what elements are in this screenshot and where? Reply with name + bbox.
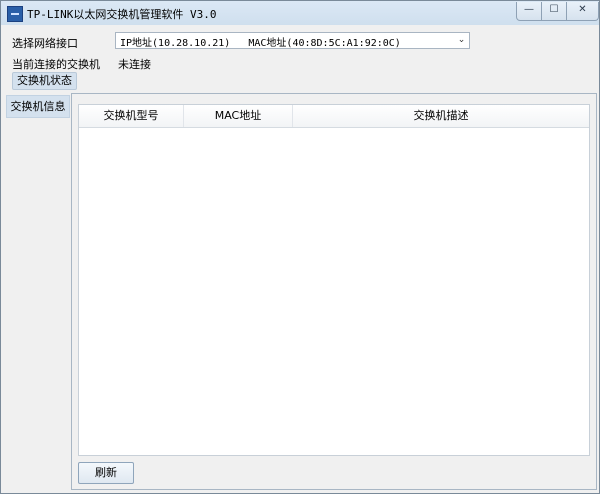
app-icon <box>7 6 23 22</box>
network-interface-select[interactable]: IP地址(10.28.10.21) MAC地址(40:8D:5C:A1:92:0… <box>115 32 470 49</box>
chevron-down-icon[interactable]: ⌄ <box>454 33 469 48</box>
column-header-mac[interactable]: MAC地址 <box>184 105 293 127</box>
window-title: TP-LINK以太网交换机管理软件 V3.0 <box>27 8 217 21</box>
current-switch-label: 当前连接的交换机 <box>12 58 100 71</box>
minimize-button[interactable]: — <box>516 2 542 21</box>
tab-switch-status[interactable]: 交换机状态 <box>12 72 77 90</box>
network-interface-label: 选择网络接口 <box>12 37 78 50</box>
column-header-model[interactable]: 交换机型号 <box>79 105 184 127</box>
switch-table[interactable]: 交换机型号 MAC地址 交换机描述 <box>78 104 590 456</box>
table-header: 交换机型号 MAC地址 交换机描述 <box>79 105 589 128</box>
maximize-button[interactable]: ☐ <box>541 2 567 21</box>
refresh-button[interactable]: 刷新 <box>78 462 134 484</box>
sidebar-item-switch-info[interactable]: 交换机信息 <box>6 95 70 118</box>
current-switch-value: 未连接 <box>118 58 151 71</box>
app-window: TP-LINK以太网交换机管理软件 V3.0 — ☐ ✕ 选择网络接口 IP地址… <box>0 0 600 494</box>
network-interface-value: IP地址(10.28.10.21) MAC地址(40:8D:5C:A1:92:0… <box>120 38 401 49</box>
title-bar[interactable]: TP-LINK以太网交换机管理软件 V3.0 — ☐ ✕ <box>1 1 599 25</box>
column-header-description[interactable]: 交换机描述 <box>293 105 589 127</box>
close-button[interactable]: ✕ <box>566 2 599 21</box>
